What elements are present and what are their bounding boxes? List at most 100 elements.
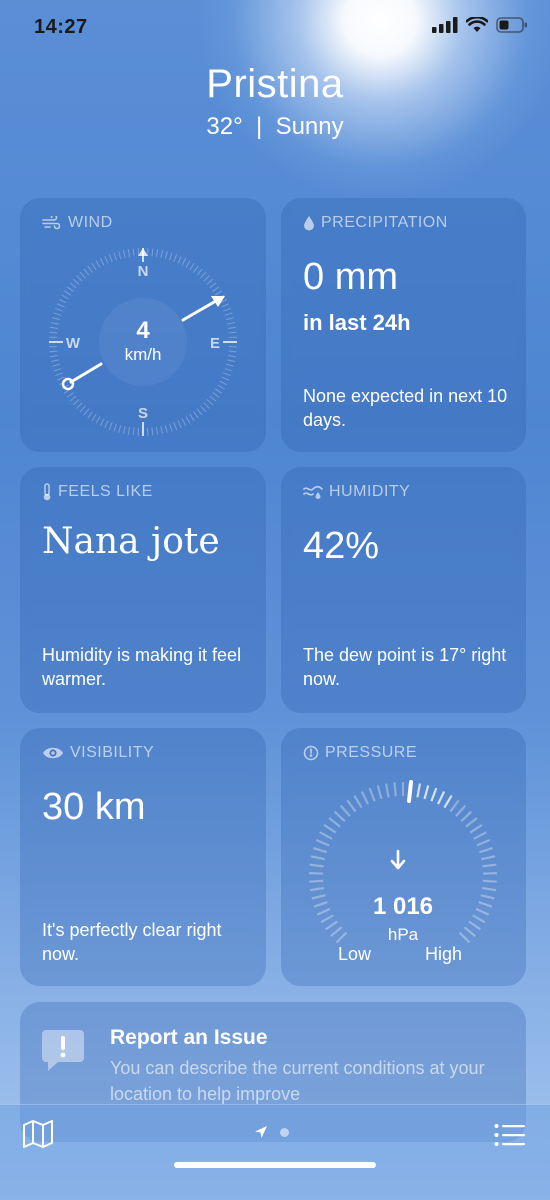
compass-tick	[200, 405, 207, 413]
pressure-tick	[468, 920, 481, 931]
wind-card[interactable]: WIND N E S W 4 km/h	[20, 198, 266, 452]
pressure-tick	[309, 886, 325, 892]
pressure-tick	[346, 799, 357, 813]
pressure-tick	[315, 839, 330, 847]
compass-tick	[228, 331, 237, 334]
pressure-tick	[480, 894, 495, 900]
compass-tick	[189, 413, 195, 422]
compass-tick	[221, 303, 230, 308]
pressure-tick	[482, 863, 497, 868]
pressure-tick	[476, 839, 491, 847]
compass-tick	[108, 422, 113, 430]
pressure-tick	[478, 901, 493, 908]
feels-like-card[interactable]: FEELS LIKE Nana jote Humidity is making …	[20, 467, 266, 713]
report-issue-description: You can describe the current conditions …	[110, 1058, 485, 1104]
compass-tick	[49, 350, 58, 353]
compass-tick	[83, 408, 90, 416]
feels-like-description: Humidity is making it feel warmer.	[42, 645, 242, 689]
compass-tick	[76, 402, 83, 409]
visibility-card[interactable]: VISIBILITY 30 km It's perfectly clear ri…	[20, 728, 266, 986]
compass-tick	[193, 265, 199, 273]
compass-tick	[227, 321, 236, 325]
pressure-tick	[325, 920, 338, 931]
compass-tick	[200, 271, 207, 279]
compass-tick	[155, 426, 159, 435]
pressure-tick	[449, 799, 460, 813]
compass-tick	[203, 275, 210, 282]
compass-tick	[214, 290, 223, 296]
compass-tick	[224, 312, 233, 316]
compass-tick	[55, 307, 63, 312]
pressure-card[interactable]: PRESSURE 1 016 hPa Low High	[281, 728, 526, 986]
compass-tick	[50, 354, 59, 358]
map-icon[interactable]	[22, 1119, 54, 1149]
compass-tick	[217, 384, 225, 390]
compass-tick	[203, 402, 210, 409]
compass-tick	[173, 254, 178, 262]
compass-tick	[104, 420, 109, 429]
pressure-title: PRESSURE	[303, 744, 417, 762]
wind-unit: km/h	[125, 345, 162, 364]
pressure-tick	[443, 794, 453, 809]
pressure-tick	[430, 787, 438, 802]
compass-tick	[53, 368, 62, 372]
compass-tick	[55, 372, 63, 377]
wind-title: WIND	[42, 214, 113, 232]
compass-tick	[196, 408, 203, 416]
compass-tick	[72, 278, 80, 285]
precipitation-title: PRECIPITATION	[303, 214, 448, 232]
wind-speed: 4	[136, 317, 150, 344]
status-bar: 14:27	[0, 0, 550, 56]
compass-tick	[69, 395, 77, 402]
compass-tick	[66, 286, 74, 292]
compass-w: W	[66, 335, 81, 352]
compass-tick	[185, 260, 191, 268]
compass-tick	[164, 251, 168, 260]
precipitation-card[interactable]: PRECIPITATION 0 mm in last 24h None expe…	[281, 198, 526, 452]
compass-tick	[169, 252, 173, 261]
pressure-tick	[384, 783, 390, 798]
pressure-tick	[312, 846, 327, 854]
pressure-value: 1 016	[373, 893, 433, 920]
precipitation-description: None expected in next 10 days.	[303, 386, 508, 430]
compass-tick	[69, 282, 77, 289]
compass-tick	[151, 427, 154, 436]
home-indicator[interactable]	[174, 1162, 376, 1168]
compass-tick	[87, 265, 93, 273]
compass-tick	[223, 372, 231, 377]
pressure-tick	[465, 817, 478, 828]
report-issue-title: Report an Issue	[110, 1026, 268, 1049]
compass-tick	[206, 278, 214, 285]
compass-tick	[227, 326, 236, 330]
page-indicator[interactable]	[254, 1125, 289, 1139]
list-icon[interactable]	[494, 1123, 526, 1147]
humidity-title: HUMIDITY	[303, 483, 410, 501]
compass-tick	[221, 376, 230, 381]
compass-tick	[83, 268, 90, 276]
compass-tick	[206, 399, 214, 406]
pressure-tick	[360, 791, 369, 805]
status-time: 14:27	[34, 16, 88, 38]
compass-tick	[127, 249, 131, 258]
compass-tick	[209, 395, 217, 402]
compass-tick	[95, 260, 101, 268]
compass-tick	[127, 426, 131, 435]
precipitation-title-label: PRECIPITATION	[321, 214, 448, 231]
precipitation-amount: 0 mm	[303, 256, 398, 298]
compass-tick	[52, 363, 61, 367]
compass-tick	[164, 424, 168, 433]
pressure-tick	[481, 886, 497, 892]
battery-icon	[496, 17, 527, 33]
compass-tick	[108, 254, 113, 262]
compass-tick	[212, 392, 220, 398]
visibility-description: It's perfectly clear right now.	[42, 920, 222, 964]
humidity-card[interactable]: HUMIDITY 42% The dew point is 17° right …	[281, 467, 526, 713]
compass-tick	[49, 331, 58, 334]
compass-tick	[66, 392, 74, 398]
compass-tick	[99, 418, 105, 426]
compass-tick	[227, 354, 236, 358]
compass-e: E	[210, 335, 220, 352]
compass-tick	[219, 380, 227, 386]
compass-tick	[87, 411, 93, 419]
visibility-value: 30 km	[42, 786, 146, 828]
